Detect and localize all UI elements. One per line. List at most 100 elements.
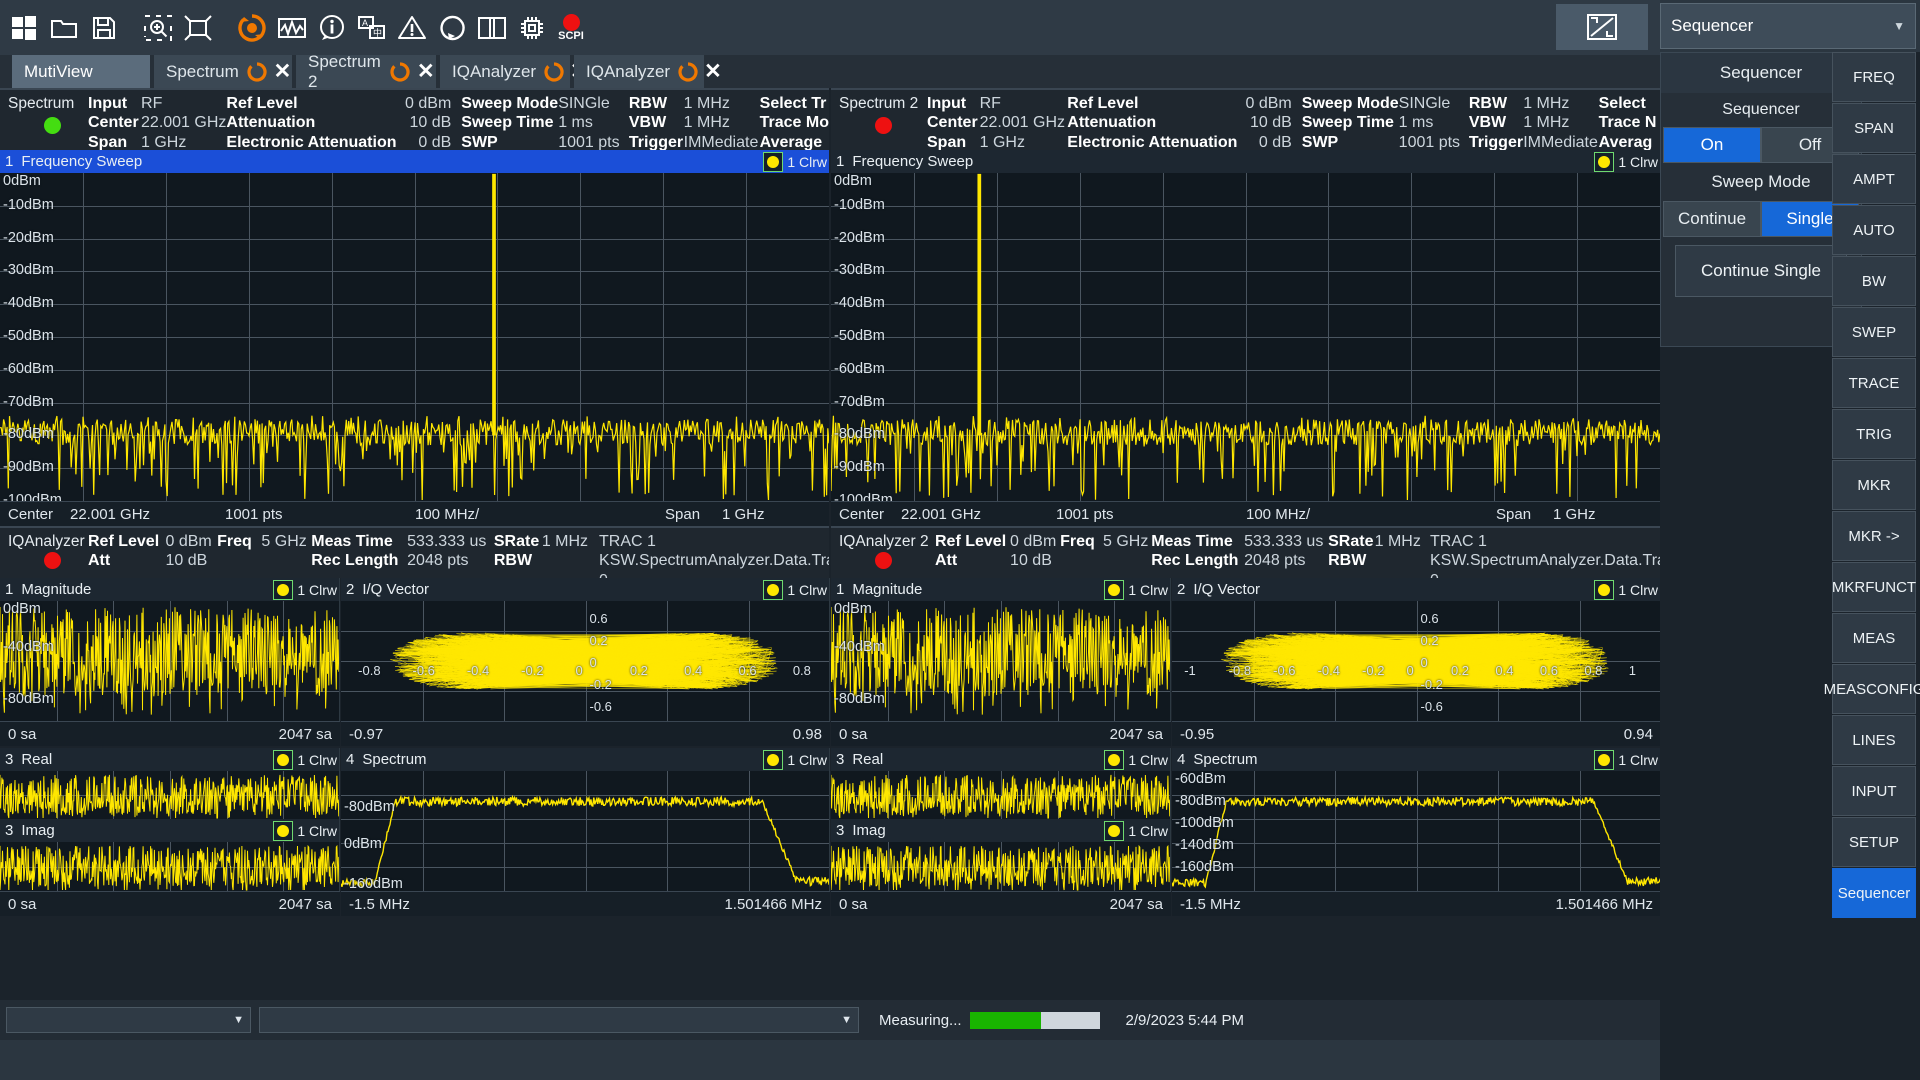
status-combo-left[interactable]: ▼ — [6, 1007, 251, 1033]
softkey-trace[interactable]: TRACE — [1832, 358, 1916, 408]
tab-close-icon[interactable]: ✕ — [273, 60, 292, 84]
window-frequency-sweep-left[interactable]: 1 Frequency Sweep 1 Clrw 0dBm -10dBm -20dB… — [0, 150, 829, 526]
trace-badge[interactable]: 1 Clrw — [1594, 749, 1658, 770]
spectrum-plot[interactable]: 0dBm -10dBm -20dBm -30dBm -40dBm -50dBm -60dBm… — [0, 173, 829, 501]
tab-spectrum-2-2[interactable]: Spectrum 2 ✕ — [296, 52, 438, 91]
trace-badge[interactable]: 1 Clrw — [1594, 579, 1658, 600]
tab-close-icon[interactable]: ✕ — [416, 60, 436, 84]
tab-spectrum-1[interactable]: Spectrum ✕ — [154, 55, 294, 88]
trace-badge[interactable]: 1 Clrw — [1104, 749, 1168, 770]
sequencer-onoff-toggle[interactable]: On Off — [1663, 127, 1859, 163]
open-folder-icon[interactable] — [44, 5, 84, 51]
trace-icon[interactable] — [272, 5, 312, 51]
warning-icon[interactable] — [392, 5, 432, 51]
spectrum-plot[interactable]: 0dBm -10dBm -20dBm -30dBm -40dBm -50dBm -60dBm… — [831, 173, 1660, 501]
fit-window-icon[interactable] — [178, 5, 218, 51]
window-title-bar[interactable]: 3 Imag 1 Clrw — [0, 819, 339, 842]
channel-info-iqanalyzer-2[interactable]: IQAnalyzer 2 Ref Level Att 0 dBm 10 dB F… — [831, 526, 1660, 578]
zoom-select-icon[interactable] — [138, 5, 178, 51]
softkey-span[interactable]: SPAN — [1832, 103, 1916, 153]
sequencer-mode-combo[interactable]: Sequencer ▼ — [1660, 3, 1916, 49]
window-title-bar[interactable]: 1 Frequency Sweep 1 Clrw — [0, 150, 829, 173]
window-spectrum[interactable]: 4 Spectrum 1 Clrw -80dBm 0dBm -160dBm — [341, 748, 830, 891]
save-icon[interactable] — [84, 5, 124, 51]
trace-badge[interactable]: 1 Clrw — [273, 820, 337, 841]
softkey-bw[interactable]: BW — [1832, 256, 1916, 306]
window-title-bar[interactable]: 1 Frequency Sweep 1 Clrw — [831, 150, 1660, 173]
window-title-bar[interactable]: 4 Spectrum 1 Clrw — [1172, 748, 1660, 771]
softkey-trig[interactable]: TRIG — [1832, 409, 1916, 459]
iq-plot[interactable]: -80dBm 0dBm -160dBm — [341, 771, 829, 891]
info-icon[interactable] — [312, 5, 352, 51]
iq-plot[interactable] — [0, 842, 339, 891]
softkey-freq[interactable]: FREQ — [1832, 52, 1916, 102]
softkey-sequencer[interactable]: Sequencer — [1832, 868, 1916, 918]
help-book-icon[interactable] — [472, 5, 512, 51]
window-imag[interactable]: 3 Imag 1 Clrw — [831, 819, 1171, 891]
window-real[interactable]: 3 Real 1 Clrw — [831, 748, 1171, 819]
trace-badge[interactable]: 1 Clrw — [763, 579, 827, 600]
trace-badge[interactable]: 1 Clrw — [1104, 579, 1168, 600]
undo-icon[interactable] — [432, 5, 472, 51]
window-imag[interactable]: 3 Imag 1 Clrw — [0, 819, 340, 891]
translate-icon[interactable]: A 中 — [352, 5, 392, 51]
window-title-bar[interactable]: 1 Magnitude 1 Clrw — [831, 578, 1170, 601]
window-iq-vector[interactable]: 2 I/Q Vector 1 Clrw -1 -0.8 -0.6 -0.4 -0.2 0 0.2 0… — [1172, 578, 1661, 721]
sequencer-on-option[interactable]: On — [1663, 127, 1761, 163]
window-title-bar[interactable]: 4 Spectrum 1 Clrw — [341, 748, 829, 771]
screenshot-icon[interactable] — [1556, 4, 1648, 50]
tab-iqanalyzer-3[interactable]: IQAnalyzer✕ — [440, 55, 588, 88]
window-title-bar[interactable]: 2 I/Q Vector 1 Clrw — [1172, 578, 1660, 601]
window-title-bar[interactable]: 3 Real 1 Clrw — [831, 748, 1170, 771]
iq-plot[interactable] — [831, 771, 1170, 819]
continue-single-button[interactable]: Continue Single — [1675, 245, 1847, 297]
tab-mutiview-0[interactable]: MutiView — [12, 55, 152, 88]
record-sequence-icon[interactable] — [232, 5, 272, 51]
window-real[interactable]: 3 Real 1 Clrw — [0, 748, 340, 819]
trace-badge[interactable]: 1 Clrw — [763, 151, 827, 172]
iq-plot[interactable] — [0, 771, 339, 819]
softkey-setup[interactable]: SETUP — [1832, 817, 1916, 867]
iq-plot[interactable]: 0dBm -40dBm -80dBm — [831, 601, 1170, 721]
iq-plot[interactable] — [831, 842, 1170, 891]
softkey-lines[interactable]: LINES — [1832, 715, 1916, 765]
softkey-mkr[interactable]: MKR — [1832, 460, 1916, 510]
softkey-mkr[interactable]: MKR -> — [1832, 511, 1916, 561]
windows-start-icon[interactable] — [4, 5, 44, 51]
sweep-mode-continue-option[interactable]: Continue — [1663, 201, 1761, 237]
window-magnitude[interactable]: 1 Magnitude 1 Clrw 0dBm -40dBm -80dBm — [0, 578, 340, 721]
softkey-meas[interactable]: MEAS — [1832, 613, 1916, 663]
window-frequency-sweep-right[interactable]: 1 Frequency Sweep 1 Clrw 0dBm -10dBm -20dB… — [831, 150, 1660, 526]
trace-badge[interactable]: 1 Clrw — [1104, 820, 1168, 841]
iq-plot[interactable]: -1 -0.8 -0.6 -0.4 -0.2 0 0.2 0.4 0.6 0.8 1 0.6 0.2 0-… — [1172, 601, 1660, 721]
window-title-bar[interactable]: 1 Magnitude 1 Clrw — [0, 578, 339, 601]
window-title-bar[interactable]: 3 Real 1 Clrw — [0, 748, 339, 771]
window-iq-vector[interactable]: 2 I/Q Vector 1 Clrw -0.8 -0.6 -0.4 -0.2 0 0.2 0.4… — [341, 578, 830, 721]
channel-info-iqanalyzer[interactable]: IQAnalyzer Ref Level Att 0 dBm 10 dB Fre… — [0, 526, 829, 578]
tab-iqanalyzer-4[interactable]: IQAnalyzer ✕ — [574, 55, 722, 88]
channel-info-spectrum[interactable]: Spectrum Input Center Span RF 22.001 GHz… — [0, 88, 829, 150]
channel-info-spectrum-2[interactable]: Spectrum 2 Input Center Span RF 22.001 G… — [831, 88, 1660, 150]
window-title-bar[interactable]: 2 I/Q Vector 1 Clrw — [341, 578, 829, 601]
chip-icon[interactable] — [512, 5, 552, 51]
scpi-indicator[interactable]: SCPI — [552, 13, 590, 42]
trace-badge[interactable]: 1 Clrw — [763, 749, 827, 770]
status-combo-right[interactable]: ▼ — [259, 1007, 859, 1033]
sweep-mode-toggle[interactable]: Continue Single — [1663, 201, 1859, 237]
trace-badge[interactable]: 1 Clrw — [273, 579, 337, 600]
softkey-meas-config[interactable]: MEAS CONFIG — [1824, 664, 1920, 714]
iq-plot[interactable]: 0dBm -40dBm -80dBm — [0, 601, 339, 721]
softkey-auto[interactable]: AUTO — [1832, 205, 1916, 255]
iq-plot[interactable]: -0.8 -0.6 -0.4 -0.2 0 0.2 0.4 0.6 0.8 0.6 0.2 0 -0.2… — [341, 601, 829, 721]
softkey-input[interactable]: INPUT — [1832, 766, 1916, 816]
softkey-swep[interactable]: SWEP — [1832, 307, 1916, 357]
softkey-ampt[interactable]: AMPT — [1832, 154, 1916, 204]
softkey-mkr-funct[interactable]: MKR FUNCT — [1832, 562, 1916, 612]
window-spectrum[interactable]: 4 Spectrum 1 Clrw -60dBm -80dBm -100dBm -140dB… — [1172, 748, 1661, 891]
window-title-bar[interactable]: 3 Imag 1 Clrw — [831, 819, 1170, 842]
tab-close-icon[interactable]: ✕ — [704, 60, 722, 84]
iq-plot[interactable]: -60dBm -80dBm -100dBm -140dBm -160dBm — [1172, 771, 1660, 891]
window-magnitude[interactable]: 1 Magnitude 1 Clrw 0dBm -40dBm -80dBm — [831, 578, 1171, 721]
trace-badge[interactable]: 1 Clrw — [273, 749, 337, 770]
trace-badge[interactable]: 1 Clrw — [1594, 151, 1658, 172]
